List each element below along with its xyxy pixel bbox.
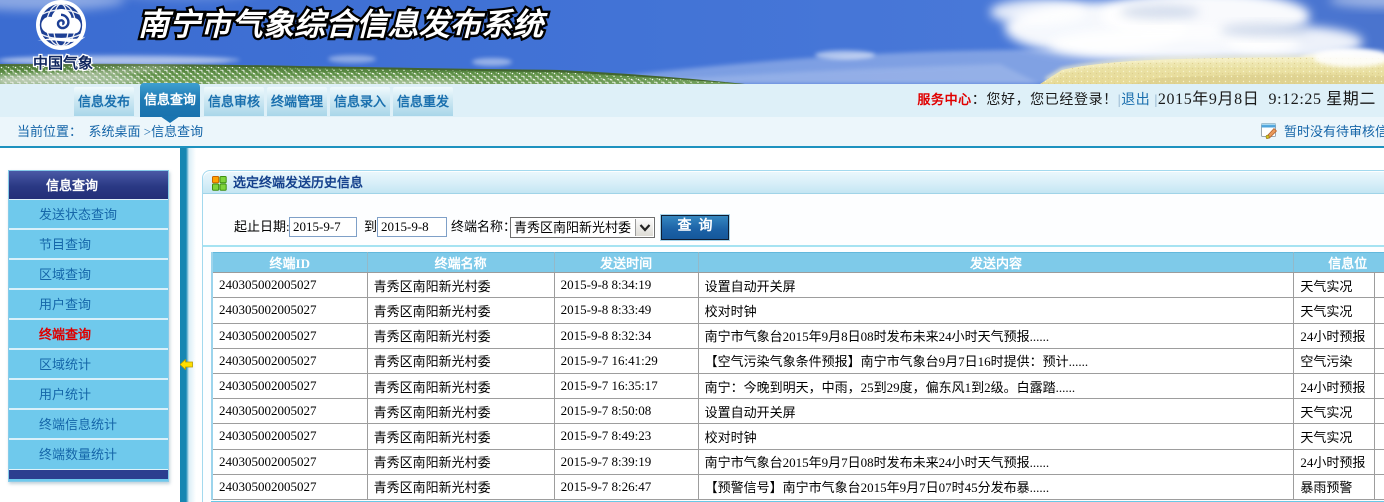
svg-text:南宁市气象综合信息发布系统: 南宁市气象综合信息发布系统: [138, 7, 548, 42]
svg-text:中国气象: 中国气象: [33, 54, 93, 72]
